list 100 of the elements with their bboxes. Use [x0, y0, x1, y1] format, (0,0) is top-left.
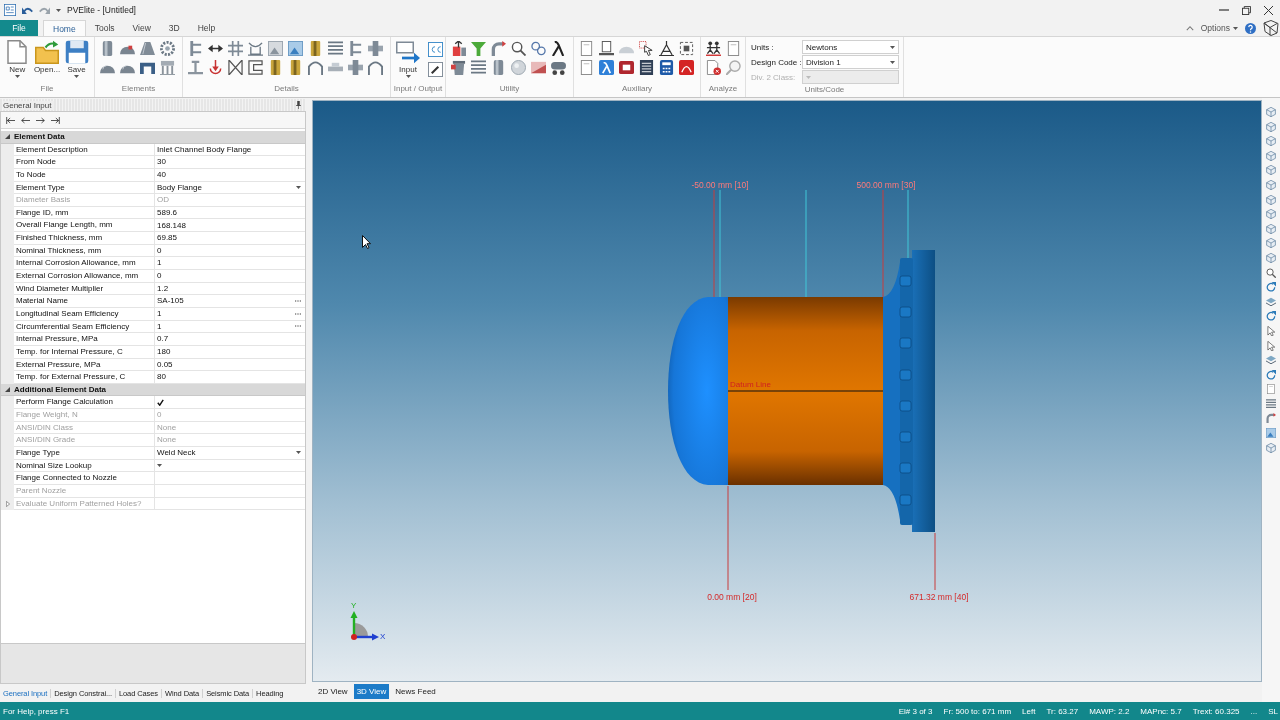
menu-tab[interactable]: Tools	[85, 20, 124, 36]
column-icon[interactable]	[268, 60, 283, 75]
layers-icon[interactable]	[1266, 355, 1276, 366]
property-field[interactable]: Inlet Channel Body Flange	[155, 143, 305, 157]
redo-icon[interactable]	[39, 6, 50, 14]
pin-icon[interactable]	[296, 101, 301, 109]
property-field[interactable]: 1	[157, 320, 162, 333]
app-tile-icon[interactable]	[619, 60, 634, 75]
lines-icon[interactable]	[328, 41, 343, 56]
lambda-icon[interactable]	[551, 41, 566, 56]
property-field[interactable]: 589.6	[155, 206, 305, 220]
rotate-icon[interactable]	[1266, 311, 1276, 322]
property-dropdown[interactable]: Body Flange	[155, 181, 305, 195]
cube-icon[interactable]	[1266, 252, 1276, 263]
property-field[interactable]: 80	[155, 371, 305, 384]
page-icon[interactable]	[579, 60, 594, 75]
frame-arrows-icon[interactable]	[679, 41, 694, 56]
document-tile-icon[interactable]	[679, 60, 694, 75]
funnel-icon[interactable]	[471, 41, 486, 56]
compass-icon[interactable]	[659, 41, 674, 56]
bracket-icon[interactable]	[348, 41, 363, 56]
cube-icon[interactable]	[1266, 136, 1276, 147]
image-tile-icon[interactable]	[268, 41, 283, 56]
hood-icon[interactable]	[308, 60, 323, 75]
left-arrow-icon[interactable]	[21, 116, 30, 124]
category-header[interactable]: Element Data	[1, 131, 305, 144]
property-field[interactable]: 40	[155, 168, 305, 182]
app-icon[interactable]	[4, 4, 16, 16]
cube-icon[interactable]	[1266, 165, 1276, 176]
ellipsis-icon[interactable]	[295, 312, 301, 315]
ribbon-button[interactable]: New	[5, 40, 30, 78]
expanded-triangle-icon[interactable]	[5, 387, 10, 393]
frame-base-icon[interactable]	[599, 41, 614, 56]
property-field[interactable]: 1.2	[155, 282, 305, 296]
calculator-icon[interactable]	[659, 60, 674, 75]
cube-icon[interactable]	[1266, 121, 1276, 132]
first-arrow-icon[interactable]	[6, 116, 15, 124]
people-icon[interactable]	[706, 41, 721, 56]
cursor-icon[interactable]	[1266, 325, 1276, 336]
property-field[interactable]: SA-105	[157, 295, 184, 307]
edit-icon[interactable]	[428, 62, 443, 77]
menu-tab[interactable]: Home	[43, 20, 86, 36]
caret-icon[interactable]	[56, 8, 61, 12]
hand-pointer-icon[interactable]	[639, 41, 654, 56]
support-legs-icon[interactable]	[160, 60, 175, 75]
document-tab[interactable]: News Feed	[392, 683, 439, 699]
function-tile-icon[interactable]	[599, 60, 614, 75]
grid-icon[interactable]	[228, 41, 243, 56]
cursor-icon[interactable]	[1266, 340, 1276, 351]
last-arrow-icon[interactable]	[51, 116, 60, 124]
pipe-bend-icon[interactable]	[1266, 413, 1276, 424]
rotate-icon[interactable]	[1266, 282, 1276, 293]
property-dropdown[interactable]: Weld Neck	[155, 447, 305, 460]
bracket-icon[interactable]	[188, 41, 203, 56]
page-icon[interactable]	[1266, 384, 1276, 395]
rotate-icon[interactable]	[1266, 369, 1276, 380]
document-tab[interactable]: 3D View	[353, 683, 390, 699]
options-menu[interactable]: Options	[1200, 23, 1238, 33]
wireframe-logo-icon[interactable]	[1263, 20, 1279, 36]
image-tile-icon[interactable]	[1266, 428, 1276, 439]
gradient-tile-icon[interactable]	[531, 60, 546, 75]
arch-icon[interactable]	[140, 60, 155, 75]
page-icon[interactable]	[726, 41, 741, 56]
nozzle-icon[interactable]	[188, 60, 203, 75]
cone-icon[interactable]	[140, 41, 155, 56]
cross-frame-icon[interactable]	[228, 60, 243, 75]
saddle-icon[interactable]	[248, 41, 263, 56]
load-arrow-icon[interactable]	[208, 60, 223, 75]
undo-icon[interactable]	[22, 6, 33, 14]
cube-icon[interactable]	[1266, 107, 1276, 117]
image-tile-icon[interactable]	[288, 41, 303, 56]
zoom-icon[interactable]	[511, 41, 526, 56]
dropdown-field[interactable]: Division 1	[802, 55, 899, 69]
property-field[interactable]: 69.85	[155, 232, 305, 245]
property-field[interactable]: 0.7	[155, 333, 305, 346]
ellipsis-icon[interactable]	[295, 325, 301, 328]
property-field[interactable]: 168.148	[155, 219, 305, 233]
restore-icon[interactable]	[1242, 5, 1251, 15]
expanded-triangle-icon[interactable]	[5, 134, 10, 140]
cube-icon[interactable]	[1266, 179, 1276, 190]
cube-icon[interactable]	[1266, 194, 1276, 205]
ribbon-button[interactable]: Open...	[33, 40, 61, 74]
list-icon[interactable]	[639, 60, 654, 75]
tank-car-icon[interactable]	[551, 60, 566, 75]
ribbon-button[interactable]: Input	[396, 40, 420, 78]
lines-icon[interactable]	[1266, 398, 1276, 409]
lines-icon[interactable]	[471, 60, 486, 75]
hood-icon[interactable]	[368, 60, 383, 75]
caption-box-icon[interactable]	[428, 42, 443, 57]
property-field[interactable]: 1	[157, 308, 162, 320]
pipe-tee-icon[interactable]	[368, 41, 383, 56]
chain-icon[interactable]	[531, 41, 546, 56]
bracket-frame-icon[interactable]	[248, 60, 263, 75]
cube-icon[interactable]	[1266, 223, 1276, 234]
chevron-up-icon[interactable]	[1185, 25, 1194, 31]
cylinder-icon[interactable]	[100, 41, 115, 56]
cube-icon[interactable]	[1266, 209, 1276, 220]
column-icon[interactable]	[308, 41, 323, 56]
trash-icon[interactable]	[451, 60, 466, 75]
property-field[interactable]: 0	[155, 244, 305, 258]
